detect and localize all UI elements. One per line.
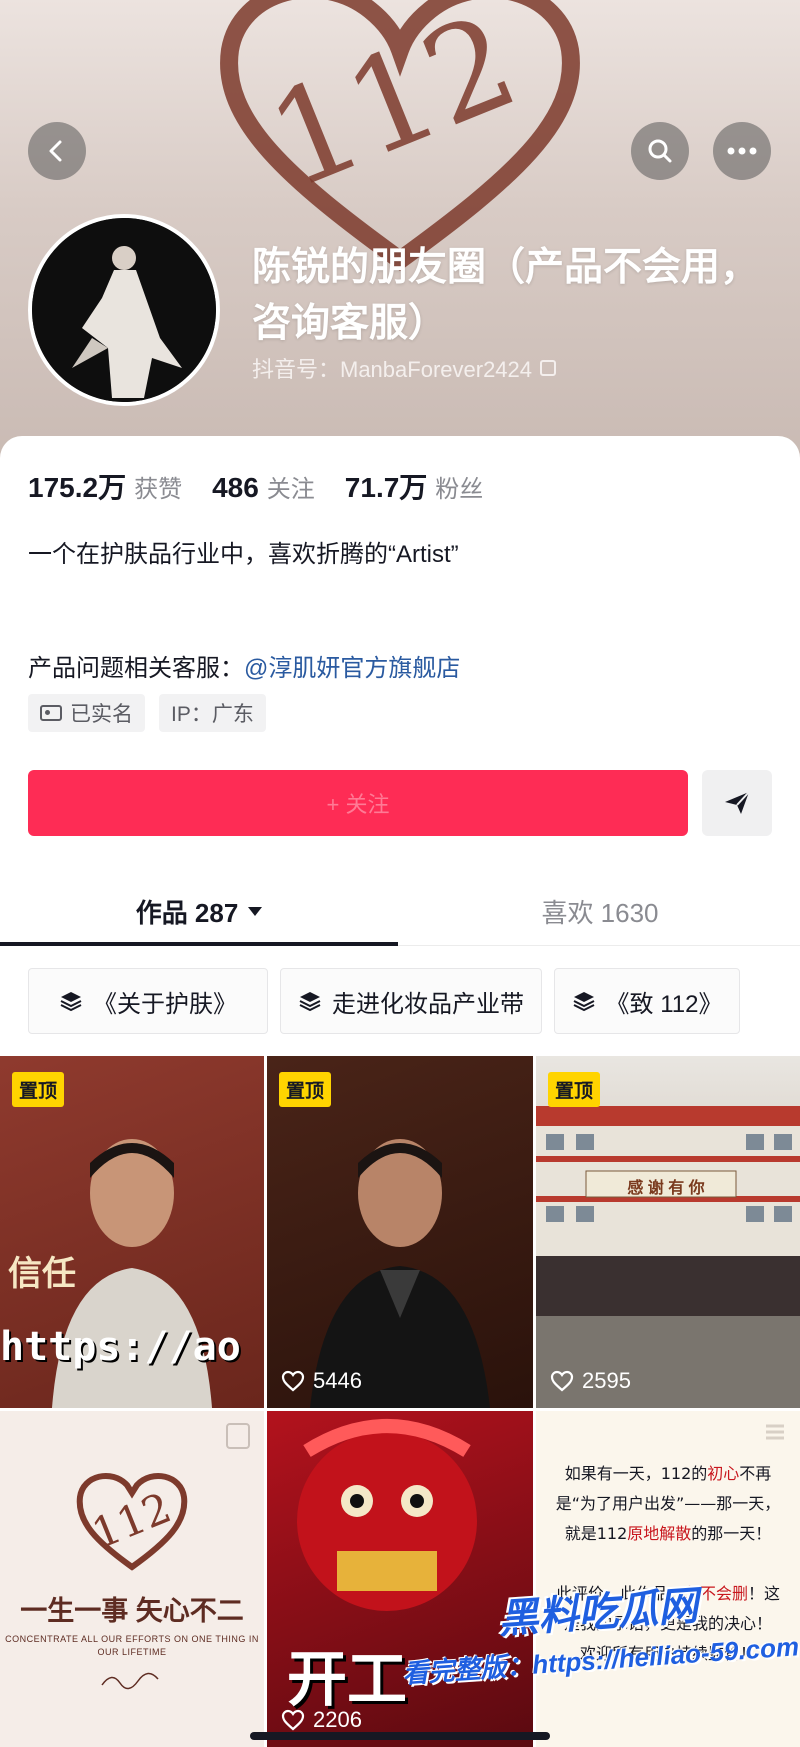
like-count-value: 2595 [582, 1368, 631, 1393]
brand-slogan: 一生一事 矢心不二 [20, 1596, 244, 1626]
support-link[interactable]: @淳肌妍官方旗舰店 [244, 655, 460, 682]
tag-label: IP：广东 [171, 703, 254, 726]
layers-icon [60, 992, 82, 1012]
stat-label: 关注 [266, 476, 315, 503]
url-overlay-text: https://ao [0, 1324, 241, 1370]
tab-label: 作品 287 [135, 897, 239, 928]
like-count-value: 5446 [313, 1368, 362, 1393]
layers-icon [573, 992, 594, 1012]
more-button[interactable] [713, 122, 771, 180]
search-icon [648, 139, 672, 163]
video-thumbnail[interactable]: 置顶 5446 [267, 1056, 533, 1408]
tab-likes[interactable]: 喜欢 1630 [400, 876, 800, 946]
tab-works[interactable]: 作品 287 [0, 876, 398, 946]
profile-name: 陈锐的朋友圈（产品不会用，咨询客服） [252, 246, 760, 345]
more-dots-icon [727, 147, 757, 155]
collection-label: 《关于护肤》 [93, 990, 237, 1018]
like-count: 5446 [281, 1368, 362, 1394]
pinned-badge: 置顶 [548, 1072, 601, 1107]
note-highlight: 原地解散 [627, 1524, 692, 1543]
stat-value: 71.7万 [344, 472, 428, 503]
note-highlight: 初心 [707, 1464, 740, 1483]
tags-row: 已实名 IP：广东 [28, 694, 280, 732]
stat-value: 486 [212, 472, 259, 503]
tag-label: 已实名 [70, 703, 133, 726]
video-overlay-text: 信任 [8, 1255, 76, 1293]
video-thumbnail[interactable]: 置顶 感 谢 有 你 2595 [536, 1056, 800, 1408]
tab-underline [0, 942, 398, 946]
video-thumbnail[interactable]: 置顶 信任 https://ao [0, 1056, 264, 1408]
support-line: 产品问题相关客服：@淳肌妍官方旗舰店 [28, 648, 460, 683]
heart-logo-icon: 112 [76, 1473, 188, 1571]
heart-outline-icon [281, 1709, 305, 1731]
id-card-icon [40, 705, 62, 721]
svg-text:112: 112 [85, 1483, 178, 1558]
profile-header: 112 陈锐的朋友圈（产品不会用，咨询客服） 抖音号：ManbaForever2… [0, 0, 800, 470]
stats-row: 175.2万 获赞 486 关注 71.7万 粉丝 [28, 466, 513, 506]
collection-chip[interactable]: 《关于护肤》 [28, 968, 268, 1034]
tab-label: 喜欢 1630 [541, 897, 659, 928]
person-portrait-icon [310, 1139, 490, 1408]
stat-likes[interactable]: 175.2万 获赞 [28, 466, 182, 506]
follow-label: + 关注 [326, 792, 390, 817]
paper-plane-icon [725, 791, 750, 814]
pinned-badge: 置顶 [12, 1072, 65, 1107]
profile-sheet: 175.2万 获赞 486 关注 71.7万 粉丝 一个在护肤品行业中，喜欢折腾… [0, 436, 800, 1747]
stat-following[interactable]: 486 关注 [212, 469, 315, 504]
stat-followers[interactable]: 71.7万 粉丝 [345, 466, 484, 506]
home-indicator [250, 1732, 550, 1740]
like-count: 2206 [281, 1707, 362, 1733]
collection-chip[interactable]: 《致 112》 [554, 968, 740, 1034]
search-button[interactable] [631, 122, 689, 180]
avatar-figure-icon [32, 218, 216, 402]
like-count-value: 2206 [313, 1707, 362, 1732]
document-icon [226, 1423, 250, 1449]
avatar[interactable] [28, 214, 220, 406]
collections-row: 《关于护肤》 走进化妆品产业带 《致 112》 [28, 968, 752, 1034]
stat-label: 获赞 [134, 476, 183, 503]
back-button[interactable] [28, 122, 86, 180]
heart-outline-icon [281, 1370, 305, 1392]
signature-icon [101, 1672, 159, 1690]
video-thumbnail[interactable]: 112 一生一事 矢心不二 CONCENTRATE ALL OUR EFFORT… [0, 1411, 264, 1747]
share-button[interactable] [702, 770, 772, 836]
pinned-badge: 置顶 [279, 1072, 332, 1107]
layers-icon [299, 992, 321, 1012]
banner-text: 感 谢 有 你 [627, 1180, 705, 1197]
collection-chip[interactable]: 走进化妆品产业带 [280, 968, 542, 1034]
verified-tag: 已实名 [28, 694, 145, 732]
content-tabs: 作品 287 喜欢 1630 [0, 876, 800, 946]
note-line: 的那一天！ [691, 1524, 772, 1543]
follow-button[interactable]: + 关注 [28, 770, 688, 836]
heart-outline-icon [550, 1370, 574, 1392]
note-line: 如果有一天，112的 [564, 1464, 708, 1483]
collection-label: 走进化妆品产业带 [332, 990, 524, 1018]
brand-english: CONCENTRATE ALL OUR EFFORTS ON ONE THING… [5, 1634, 259, 1657]
group-photo-icon [536, 1106, 800, 1408]
video-title-text: 开工 [287, 1646, 407, 1713]
douyin-id-text: 抖音号：ManbaForever2424 [252, 357, 533, 382]
list-icon [766, 1424, 784, 1440]
bio-text: 一个在护肤品行业中，喜欢折腾的“Artist” [28, 541, 459, 568]
ip-tag: IP：广东 [159, 694, 266, 732]
copy-icon[interactable] [540, 360, 557, 376]
chevron-left-icon [49, 140, 62, 162]
caret-down-icon [248, 906, 263, 916]
stat-label: 粉丝 [435, 476, 484, 503]
like-count: 2595 [550, 1368, 631, 1394]
video-thumbnail[interactable]: 开工 2206 [267, 1411, 533, 1747]
support-prefix: 产品问题相关客服： [28, 655, 244, 682]
douyin-id[interactable]: 抖音号：ManbaForever2424 [252, 352, 557, 384]
stat-value: 175.2万 [28, 472, 127, 503]
collection-label: 《致 112》 [605, 990, 723, 1018]
